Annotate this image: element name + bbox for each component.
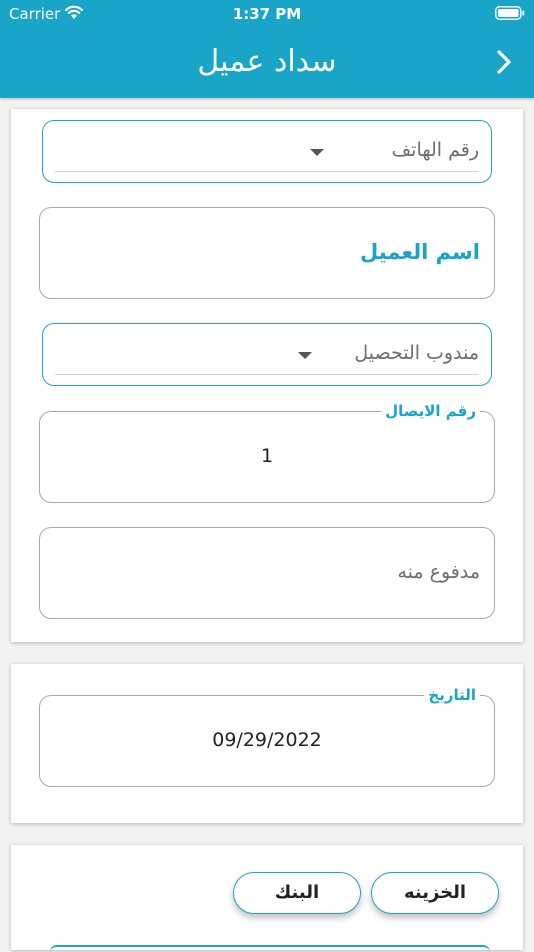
collector-dropdown[interactable]: مندوب التحصيل: [42, 323, 492, 386]
collector-placeholder: مندوب التحصيل: [354, 342, 479, 364]
page-title: سداد عميل: [197, 44, 337, 79]
date-card: التاريخ 09/29/2022: [11, 664, 523, 823]
receipt-number-field[interactable]: رقم الايصال 1: [39, 402, 495, 503]
date-value: 09/29/2022: [212, 729, 322, 751]
date-field[interactable]: التاريخ 09/29/2022: [39, 686, 495, 787]
payment-form-card: رقم الهاتف اسم العميل مندوب التحصيل رقم …: [11, 109, 523, 642]
chevron-right-icon[interactable]: [494, 48, 514, 76]
next-section-edge: [50, 945, 490, 952]
paid-by-field[interactable]: مدفوع منه: [39, 527, 495, 619]
paid-by-placeholder: مدفوع منه: [397, 561, 480, 583]
dropdown-underline: [55, 171, 479, 172]
receipt-number-label: رقم الايصال: [381, 402, 480, 420]
phone-number-placeholder: رقم الهاتف: [391, 139, 479, 161]
chevron-down-icon: [298, 352, 312, 359]
treasury-button[interactable]: الخزينه: [371, 872, 499, 914]
phone-number-dropdown[interactable]: رقم الهاتف: [42, 120, 492, 183]
dropdown-underline: [55, 374, 479, 375]
battery-icon: [495, 6, 525, 20]
receipt-number-value: 1: [260, 445, 274, 467]
customer-name-field: اسم العميل: [39, 207, 495, 299]
status-bar: Carrier 1:37 PM: [0, 0, 534, 28]
customer-name-label: اسم العميل: [360, 240, 480, 264]
status-time: 1:37 PM: [232, 5, 302, 23]
bank-button[interactable]: البنك: [233, 872, 361, 914]
date-label: التاريخ: [424, 686, 480, 704]
chevron-down-icon: [310, 149, 324, 156]
app-header: Carrier 1:37 PM سداد عميل: [0, 0, 534, 98]
